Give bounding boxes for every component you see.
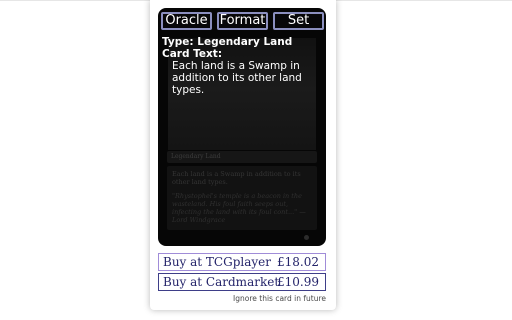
buy-tcgplayer-button[interactable]: Buy at TCGplayer £18.02 [158,253,326,271]
card-image-rules-text: Each land is a Swamp in addition to its … [172,170,301,186]
buy-cardmarket-price: £10.99 [277,275,319,289]
tab-format[interactable]: Format [217,12,268,30]
oracle-card-text-heading: Card Text: [162,48,223,60]
set-symbol-icon [304,235,309,240]
buy-tcgplayer-price: £18.02 [277,255,319,269]
buy-tcgplayer-label: Buy at TCGplayer [163,255,271,269]
card-image-flavor-text: "Rhystophel's temple is a beacon in the … [172,192,306,224]
card-preview-popup: Legendary Land Each land is a Swamp in a… [150,0,336,310]
card-image: Legendary Land Each land is a Swamp in a… [158,8,326,246]
card-image-footer [167,233,317,243]
buy-cardmarket-button[interactable]: Buy at Cardmarket £10.99 [158,273,326,291]
tab-oracle[interactable]: Oracle [161,12,212,30]
oracle-panel: Type: Legendary Land Card Text: Each lan… [162,36,320,96]
card-image-type-line: Legendary Land [167,151,317,163]
oracle-type-line: Type: Legendary Land [162,36,293,48]
buy-cardmarket-label: Buy at Cardmarket [163,275,280,289]
card-image-textbox: Each land is a Swamp in addition to its … [167,166,317,230]
tab-set[interactable]: Set [273,12,324,30]
oracle-card-text: Each land is a Swamp in addition to its … [172,60,302,96]
ignore-card-link[interactable]: Ignore this card in future [233,294,326,303]
info-tabs: Oracle Format Set [161,12,324,30]
